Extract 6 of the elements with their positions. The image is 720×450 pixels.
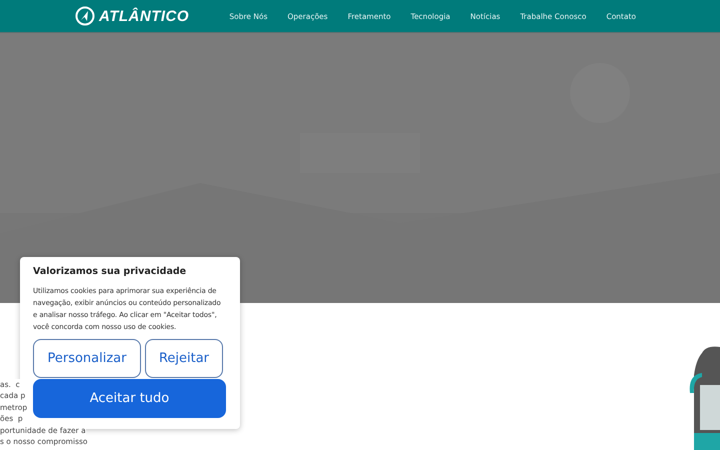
banner-title: Valorizamos sua privacidade	[33, 266, 188, 277]
customize-button[interactable]: Personalizar	[33, 339, 141, 378]
reject-button[interactable]: Rejeitar	[145, 339, 223, 378]
logo-icon	[75, 6, 95, 26]
accept-all-button[interactable]: Aceitar tudo	[33, 379, 226, 418]
logo-text: ATLÂNTICO	[99, 8, 190, 24]
